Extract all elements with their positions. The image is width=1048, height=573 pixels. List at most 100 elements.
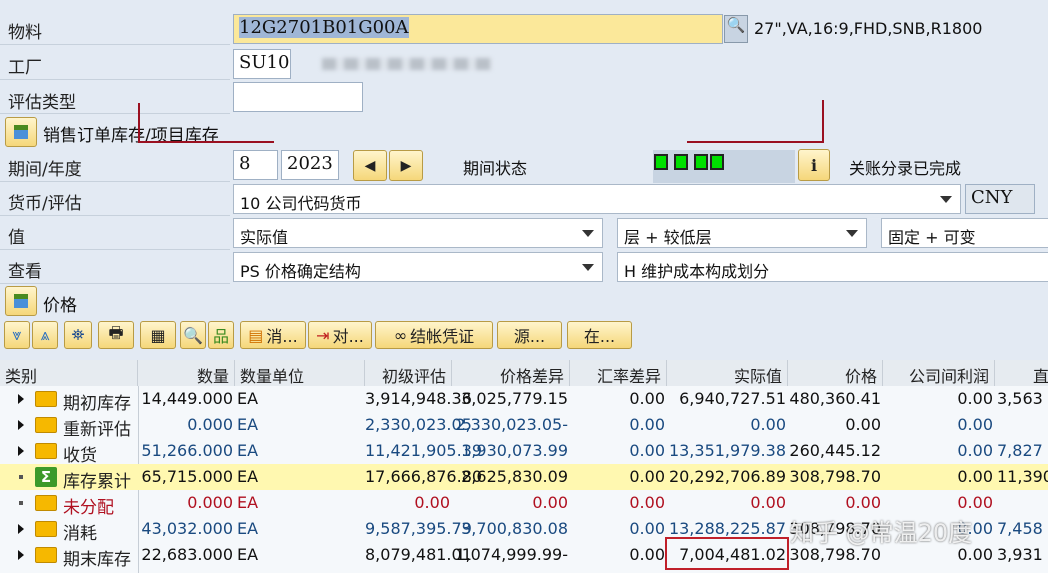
material-description: 27",VA,16:9,FHD,SNB,R1800 <box>754 19 983 38</box>
level-select[interactable]: 层 + 较低层 <box>617 218 867 248</box>
cell-unit: EA <box>237 467 259 486</box>
find-button[interactable]: ⛯ <box>64 321 92 349</box>
compare-button[interactable]: ⇥ 对... <box>308 321 372 349</box>
cell-primary-valuation: 2,330,023.05 <box>365 415 472 434</box>
expand-arrow-icon[interactable] <box>18 524 24 534</box>
valuation-type-input[interactable] <box>233 82 363 112</box>
cell-price-variance: 2,625,830.09 <box>461 467 568 486</box>
col-header-price-variance[interactable]: 价格差异 <box>452 360 570 386</box>
glasses-icon: ∞ <box>393 325 408 345</box>
currency-select[interactable]: 10 公司代码货币 <box>233 184 961 214</box>
cell-price-variance: 3,700,830.08 <box>461 519 568 538</box>
closing-document-button[interactable]: ∞ 结帐凭证 <box>375 321 493 349</box>
cell-intercompany-profit: 0.00 <box>957 467 993 486</box>
expand-arrow-icon[interactable] <box>18 446 24 456</box>
in-button[interactable]: 在... <box>567 321 632 349</box>
fixed-variable-select[interactable]: 固定 + 可变 <box>881 218 1048 248</box>
value-select[interactable]: 实际值 <box>233 218 603 248</box>
highlight-box <box>665 537 789 570</box>
cell-quantity: 65,715.000 <box>141 467 233 486</box>
table-row[interactable]: 期初库存 14,449.000 EA 3,914,948.36 3,025,779.15… <box>0 386 1048 414</box>
cell-direct: 7,458 <box>997 519 1043 538</box>
table-row[interactable]: 重新评估 0.000 EA 2,330,023.05 2,330,023.05- 0.00… <box>0 412 1048 440</box>
cell-exchange-variance: 0.00 <box>629 441 665 460</box>
col-header-direct[interactable]: 直 <box>995 360 1048 386</box>
period-status-indicator <box>653 150 795 183</box>
price-section-toggle[interactable] <box>5 286 37 316</box>
view-select[interactable]: PS 价格确定结构 <box>233 252 603 282</box>
sales-order-stock-toggle[interactable] <box>5 117 37 147</box>
col-header-unit[interactable]: 数量单位 <box>235 360 365 386</box>
col-header-quantity[interactable]: 数量 <box>138 360 235 386</box>
cell-direct: 3,563 <box>997 389 1043 408</box>
cell-actual-value: 6,940,727.51 <box>679 389 786 408</box>
info-button[interactable]: i <box>798 149 830 181</box>
cell-exchange-variance: 0.00 <box>629 545 665 564</box>
hierarchy-icon: 品 <box>212 327 229 346</box>
cell-quantity: 0.000 <box>187 415 233 434</box>
folder-icon <box>35 547 57 563</box>
cell-unit: EA <box>237 415 259 434</box>
table-layout-icon: ▦ <box>150 325 166 345</box>
cell-primary-valuation: 17,666,876.80 <box>365 467 483 486</box>
cell-direct: 3,931 <box>997 545 1043 564</box>
cell-unit: EA <box>237 545 259 564</box>
view-label: 查看 <box>8 262 42 282</box>
cell-exchange-variance: 0.00 <box>629 519 665 538</box>
cell-exchange-variance: 0.00 <box>629 493 665 512</box>
category-label: 消耗 <box>63 524 97 544</box>
col-header-category[interactable]: 类别 <box>0 360 138 386</box>
folder-icon <box>35 443 57 459</box>
cell-primary-valuation: 11,421,905.39 <box>365 441 483 460</box>
table-row[interactable]: 收货 51,266.000 EA 11,421,905.39 1,930,073.99 0… <box>0 438 1048 466</box>
detail-button[interactable]: 🔍 <box>180 321 206 349</box>
table-row[interactable]: Σ 库存累计 65,715.000 EA 17,666,876.80 2,625,830.… <box>0 464 1048 492</box>
search-help-icon[interactable]: 🔍 <box>724 15 748 43</box>
expand-all-icon: ⩔ <box>12 325 22 344</box>
expand-arrow-icon[interactable] <box>18 550 24 560</box>
category-label: 期初库存 <box>63 394 131 414</box>
cell-unit: EA <box>237 389 259 408</box>
period-status-label: 期间状态 <box>463 159 528 178</box>
year-input[interactable]: 2023 <box>281 150 339 180</box>
previous-period-button[interactable]: ◀ <box>353 150 387 181</box>
print-button[interactable]: 🖶 <box>98 321 134 349</box>
valuation-type-label: 评估类型 <box>8 93 76 113</box>
col-header-primary-valuation[interactable]: 初级评估 <box>365 360 452 386</box>
cell-actual-value: 20,292,706.89 <box>668 467 786 486</box>
category-label: 重新评估 <box>63 420 131 440</box>
hierarchy-button[interactable]: 品 <box>208 321 234 349</box>
cell-unit: EA <box>237 441 259 460</box>
consumption-button[interactable]: ▤ 消... <box>240 321 306 349</box>
col-header-exchange-variance[interactable]: 汇率差异 <box>570 360 667 386</box>
cell-price: 260,445.12 <box>789 441 881 460</box>
next-period-button[interactable]: ▶ <box>389 150 423 181</box>
expand-arrow-icon[interactable] <box>18 420 24 430</box>
layout-button[interactable]: ▦ <box>140 321 176 349</box>
section-toggle-icon <box>14 294 28 308</box>
expand-all-button[interactable]: ⩔ <box>4 321 30 349</box>
period-input[interactable]: 8 <box>233 150 278 180</box>
source-button[interactable]: 源... <box>497 321 562 349</box>
printer-icon: 🖶 <box>108 322 124 342</box>
leaf-dot-icon <box>19 475 23 479</box>
col-header-price[interactable]: 价格 <box>788 360 883 386</box>
currency-code: CNY <box>965 184 1035 214</box>
cell-direct: 11,390 <box>997 467 1048 486</box>
sum-icon: Σ <box>35 467 57 487</box>
plant-input[interactable]: SU10 <box>233 49 291 79</box>
cell-price-variance: 3,025,779.15 <box>461 389 568 408</box>
col-header-actual-value[interactable]: 实际值 <box>667 360 788 386</box>
period-year-label: 期间/年度 <box>8 160 82 180</box>
expand-arrow-icon[interactable] <box>18 394 24 404</box>
cell-exchange-variance: 0.00 <box>629 415 665 434</box>
collapse-all-button[interactable]: ⩓ <box>32 321 58 349</box>
binoculars-icon: ⛯ <box>71 325 85 344</box>
category-label: 库存累计 <box>63 472 131 492</box>
col-header-intercompany-profit[interactable]: 公司间利润 <box>883 360 995 386</box>
cell-intercompany-profit: 0.00 <box>957 441 993 460</box>
cost-component-select[interactable]: H 维护成本构成划分 <box>617 252 1048 282</box>
cell-quantity: 14,449.000 <box>141 389 233 408</box>
cell-primary-valuation: 8,079,481.01 <box>365 545 472 564</box>
material-input[interactable]: 12G2701B01G00A <box>233 14 723 44</box>
